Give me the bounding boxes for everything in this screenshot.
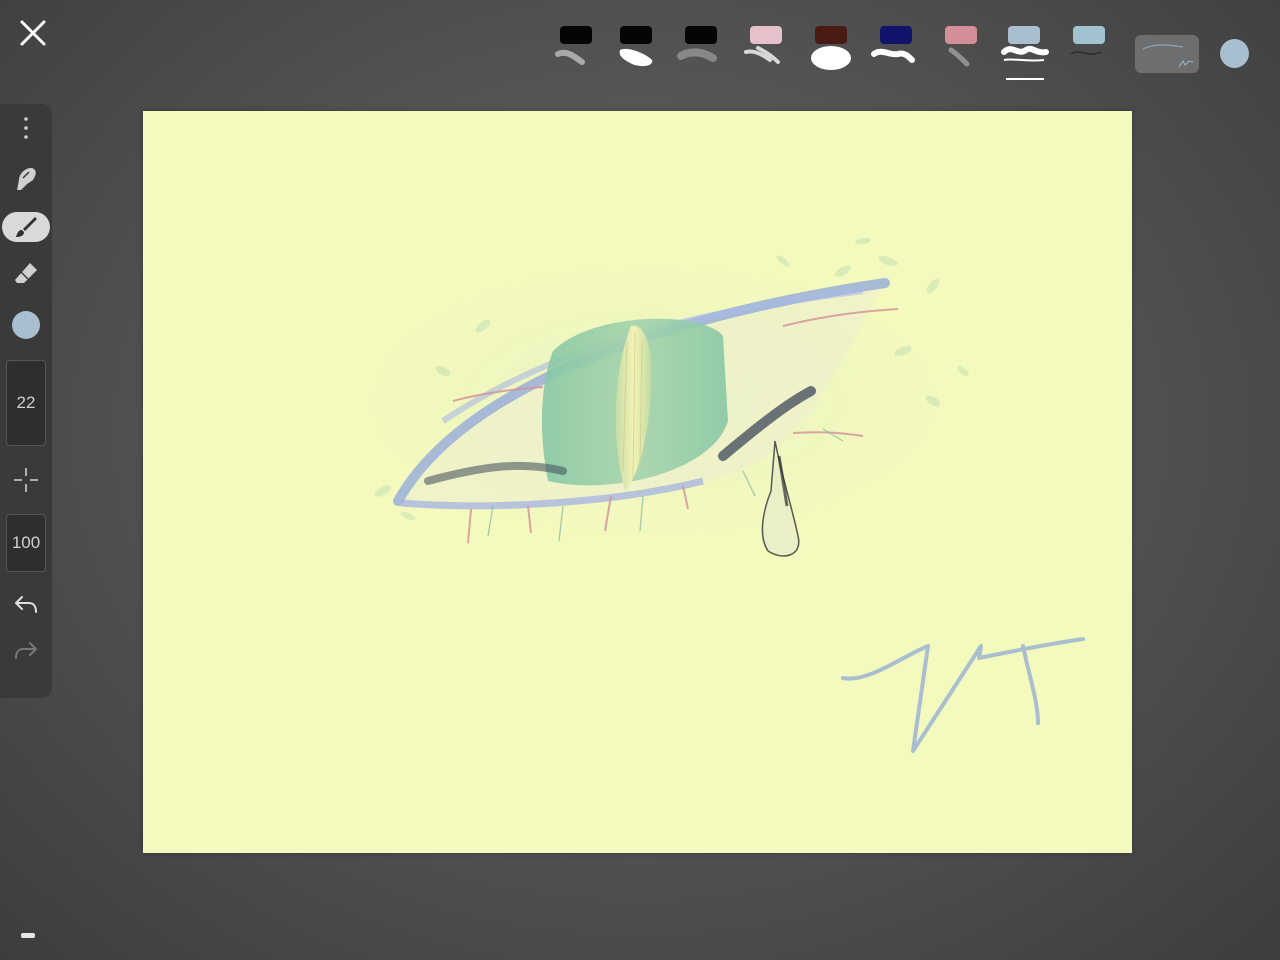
brush-preset-2[interactable] <box>608 20 664 86</box>
smudge-icon <box>17 168 36 190</box>
undo-icon <box>15 596 37 613</box>
redo-button[interactable] <box>0 638 52 666</box>
brush-stroke-icon <box>555 49 585 65</box>
eraser-icon <box>15 263 37 283</box>
color-swatch-icon <box>12 311 40 339</box>
brush-preset-6[interactable] <box>868 20 924 86</box>
brush-tool[interactable] <box>0 214 52 240</box>
drawing-canvas[interactable] <box>143 111 1132 853</box>
close-button[interactable] <box>16 16 50 50</box>
smudge-tool[interactable] <box>0 164 52 194</box>
brush-stroke-icon <box>948 47 970 67</box>
brush-preset-bar <box>548 20 1105 90</box>
brush-size-value: 22 <box>16 393 36 412</box>
redo-icon <box>15 642 37 659</box>
collapse-button[interactable] <box>21 933 35 938</box>
brush-preset-1[interactable] <box>548 20 604 86</box>
brush-stroke-icon <box>1070 51 1102 55</box>
layer-thumbnail[interactable] <box>1135 35 1199 73</box>
color-picker-button[interactable] <box>0 310 52 340</box>
brush-preset-5[interactable] <box>803 20 859 86</box>
brush-stroke-icon <box>619 48 653 67</box>
brush-preset-8-selected[interactable] <box>996 20 1052 86</box>
crosshair-icon <box>14 468 38 492</box>
brush-preset-7[interactable] <box>933 20 989 86</box>
artwork <box>293 231 1085 753</box>
brush-icon <box>16 217 37 237</box>
close-icon <box>20 20 46 46</box>
more-vertical-icon <box>24 117 28 139</box>
brush-preset-4[interactable] <box>738 20 794 86</box>
more-button[interactable] <box>0 116 52 139</box>
crosshair-button[interactable] <box>0 466 52 494</box>
brush-preset-3[interactable] <box>673 20 729 86</box>
selected-brush-indicator <box>1006 78 1044 80</box>
opacity-slider[interactable]: 100 <box>6 514 46 572</box>
brush-stroke-icon <box>811 46 851 70</box>
current-color-button[interactable] <box>1220 39 1249 68</box>
layer-preview-icon <box>1142 44 1194 68</box>
brush-stroke-icon <box>677 48 717 62</box>
brush-stroke-icon <box>871 48 915 63</box>
undo-button[interactable] <box>0 592 52 620</box>
opacity-value: 100 <box>11 533 41 552</box>
eraser-tool[interactable] <box>0 260 52 290</box>
left-toolbar: 22 100 <box>0 104 52 698</box>
brush-size-slider[interactable]: 22 <box>6 360 46 446</box>
brush-stroke-icon <box>744 46 780 64</box>
brush-stroke-icon <box>1001 45 1049 62</box>
brush-preset-9[interactable] <box>1061 20 1117 86</box>
